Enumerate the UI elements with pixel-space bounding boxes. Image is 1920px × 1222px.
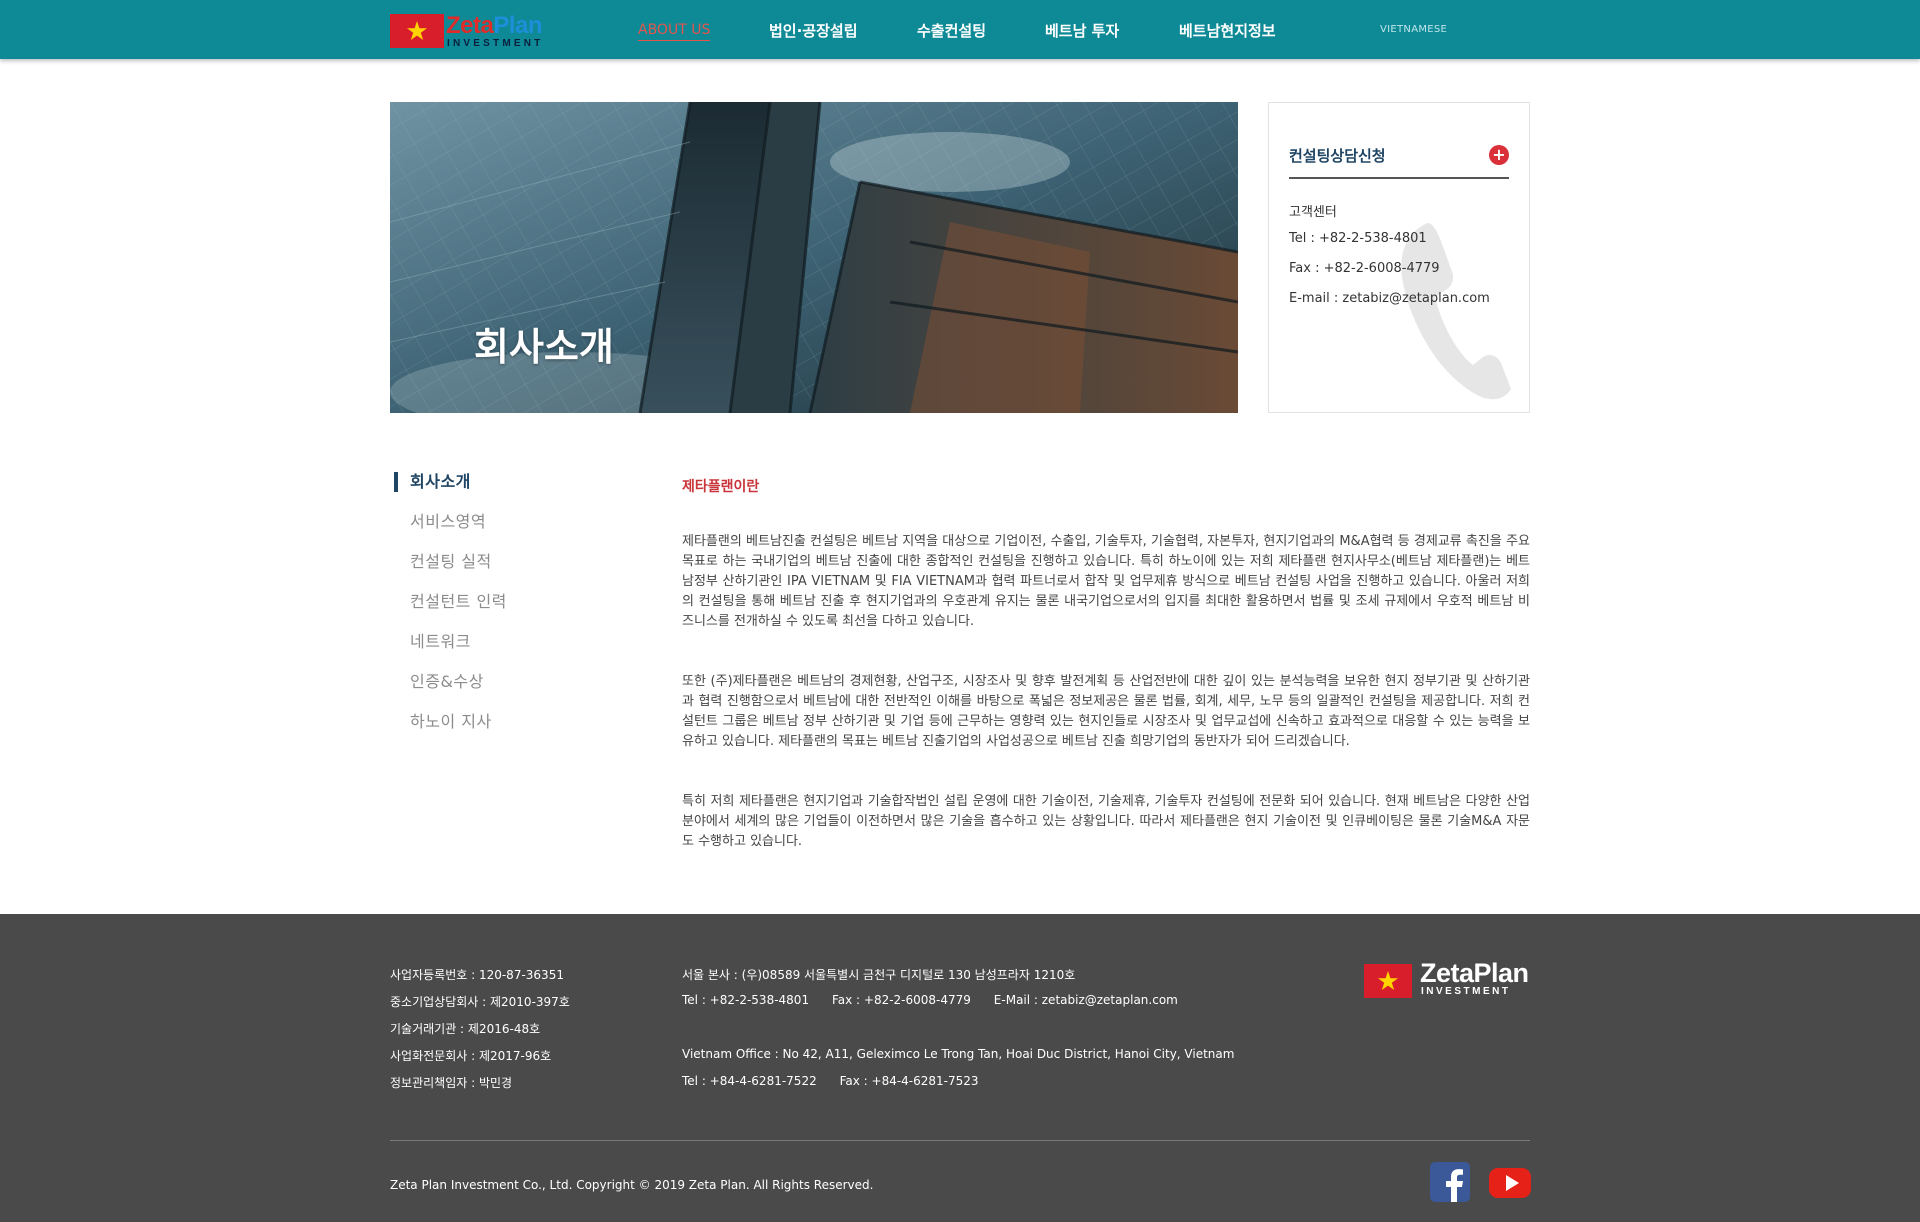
consulting-request-title[interactable]: 컨설팅상담신청 bbox=[1289, 145, 1386, 166]
intro-paragraph-1: 제타플랜의 베트남진출 컨설팅은 베트남 지역을 대상으로 기업이전, 수출입,… bbox=[682, 534, 1530, 629]
privacy-officer: 정보관리책임자 : 박민경 bbox=[390, 1076, 513, 1090]
site-logo[interactable]: ZetaPlan INVESTMENT bbox=[390, 12, 550, 50]
contact-fax: Fax : +82-2-6008-4779 bbox=[1289, 261, 1440, 276]
sidebar-item-hanoi-branch[interactable]: 하노이 지사 bbox=[410, 708, 492, 732]
nav-corporate-factory[interactable]: 법인·공장설립 bbox=[769, 20, 858, 41]
sidebar-item-company-intro[interactable]: 회사소개 bbox=[410, 468, 471, 492]
vietnam-flag-icon bbox=[1364, 964, 1412, 998]
active-indicator bbox=[394, 472, 398, 492]
copyright-text: Zeta Plan Investment Co., Ltd. Copyright… bbox=[390, 1178, 874, 1192]
facebook-icon[interactable] bbox=[1430, 1162, 1470, 1202]
seoul-office-contact: Tel : +82-2-538-4801 Fax : +82-2-6008-47… bbox=[682, 993, 1178, 1007]
contact-tel: Tel : +82-2-538-4801 bbox=[1289, 231, 1427, 246]
logo-subtitle: INVESTMENT bbox=[447, 38, 544, 49]
top-navigation-bar: ZetaPlan INVESTMENT ABOUT US 법인·공장설립 수출컨… bbox=[0, 0, 1920, 59]
hero-banner: 회사소개 bbox=[390, 102, 1238, 413]
intro-paragraph-2: 또한 (주)제타플랜은 베트남의 경제현황, 산업구조, 시장조사 및 향후 발… bbox=[682, 674, 1530, 749]
sidebar-item-consultant-staff[interactable]: 컨설턴트 인력 bbox=[410, 588, 507, 612]
language-switch[interactable]: VIETNAMESE bbox=[1380, 24, 1447, 35]
nav-export-consulting[interactable]: 수출컨설팅 bbox=[917, 20, 986, 41]
site-footer: 사업자등록번호 : 120-87-36351 중소기업상담회사 : 제2010-… bbox=[0, 914, 1920, 1222]
sidebar-item-service-area[interactable]: 서비스영역 bbox=[410, 508, 486, 532]
intro-paragraph-3: 특히 저희 제타플랜은 현지기업과 기술합작법인 설립 운영에 대한 기술이전,… bbox=[682, 794, 1530, 849]
sidebar-item-certification-awards[interactable]: 인증&수상 bbox=[410, 668, 484, 692]
commercialization-registration: 사업화전문회사 : 제2017-96호 bbox=[390, 1049, 552, 1063]
seoul-office-address: 서울 본사 : (우)08589 서울특별시 금천구 디지털로 130 남성프라… bbox=[682, 968, 1076, 982]
contact-box-header[interactable]: 컨설팅상담신청 + bbox=[1289, 143, 1509, 179]
sidebar-item-consulting-record[interactable]: 컨설팅 실적 bbox=[410, 548, 492, 572]
footer-divider bbox=[390, 1140, 1530, 1141]
footer-logo-subtitle: INVESTMENT bbox=[1421, 986, 1511, 997]
logo-wordmark: ZetaPlan bbox=[446, 12, 543, 39]
plus-icon[interactable]: + bbox=[1489, 145, 1509, 165]
contact-email[interactable]: E-mail : zetabiz@zetaplan.com bbox=[1289, 291, 1490, 306]
vietnam-office-address: Vietnam Office : No 42, A11, Geleximco L… bbox=[682, 1047, 1235, 1061]
youtube-icon[interactable] bbox=[1489, 1162, 1531, 1202]
vietnam-office-contact: Tel : +84-4-6281-7522 Fax : +84-4-6281-7… bbox=[682, 1074, 979, 1088]
sme-consulting-registration: 중소기업상담회사 : 제2010-397호 bbox=[390, 995, 570, 1009]
technology-trade-registration: 기술거래기관 : 제2016-48호 bbox=[390, 1022, 541, 1036]
customer-center-label: 고객센터 bbox=[1289, 205, 1337, 220]
footer-logo: ZetaPlan INVESTMENT bbox=[1364, 958, 1529, 1004]
nav-vietnam-investment[interactable]: 베트남 투자 bbox=[1045, 20, 1119, 41]
page-title: 회사소개 bbox=[474, 325, 614, 369]
section-title: 제타플랜이란 bbox=[682, 479, 760, 495]
sidebar-item-network[interactable]: 네트워크 bbox=[410, 628, 471, 652]
consulting-contact-box: 컨설팅상담신청 + 고객센터 Tel : +82-2-538-4801 Fax … bbox=[1268, 102, 1530, 413]
nav-vietnam-local-info[interactable]: 베트남현지정보 bbox=[1179, 20, 1276, 41]
footer-logo-wordmark: ZetaPlan bbox=[1420, 958, 1529, 988]
business-registration-number: 사업자등록번호 : 120-87-36351 bbox=[390, 968, 564, 982]
nav-about-us[interactable]: ABOUT US bbox=[638, 22, 711, 41]
vietnam-flag-icon bbox=[390, 14, 444, 48]
